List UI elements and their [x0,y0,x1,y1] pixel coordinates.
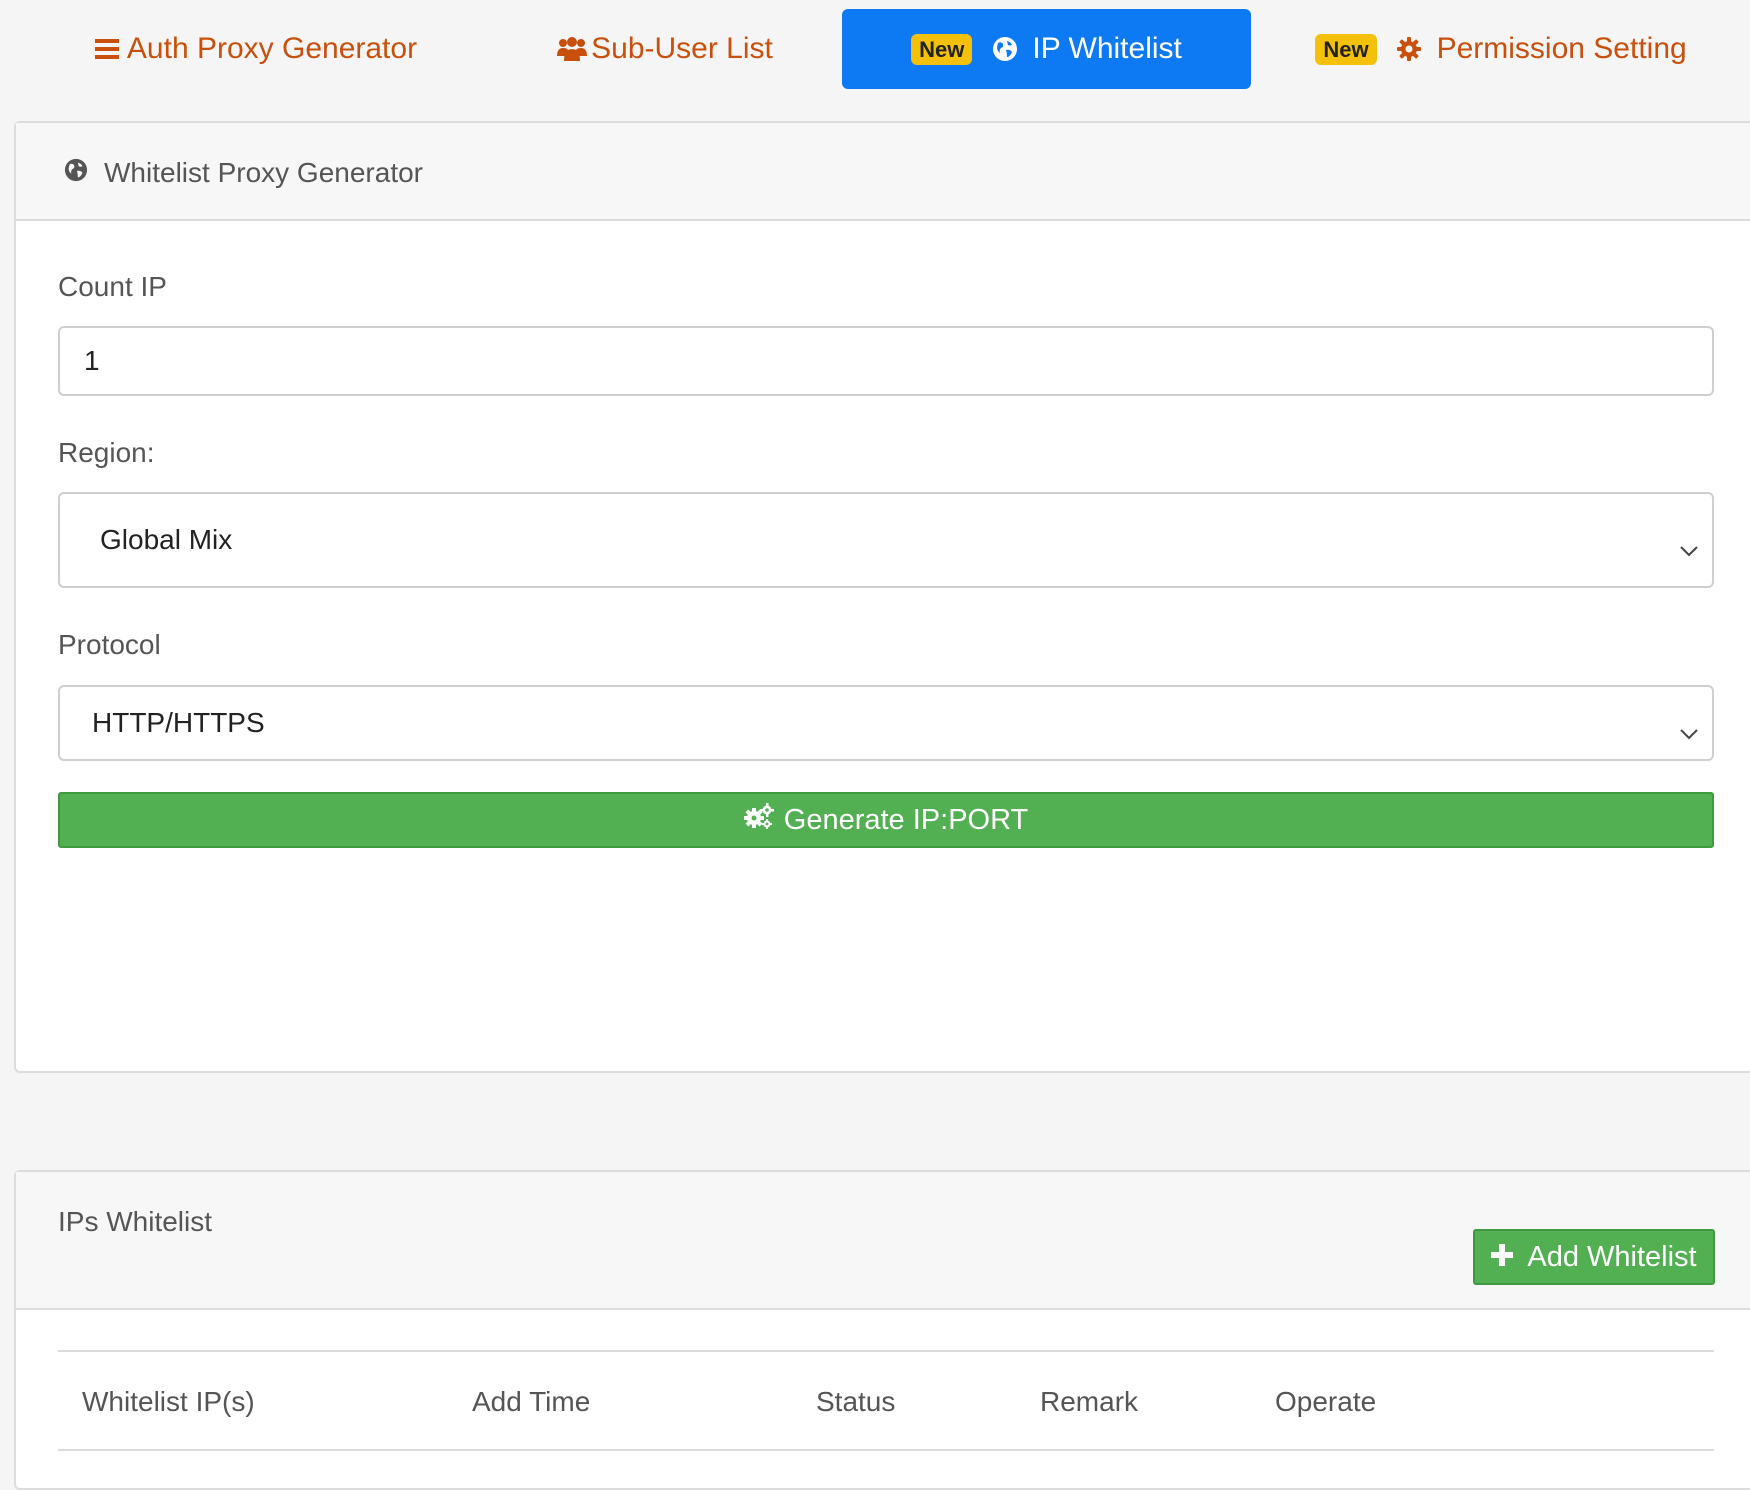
globe-icon [64,157,104,189]
panel-title-text: Whitelist Proxy Generator [104,157,423,188]
generate-button-label: Generate IP:PORT [783,803,1029,836]
plus-icon [1491,1241,1527,1274]
tab-label: Permission Setting [1436,32,1687,65]
column-header-add-time: Add Time [472,1386,591,1417]
tab-label: IP Whitelist [1032,32,1182,65]
generate-ip-port-button[interactable]: Generate IP:PORT [58,792,1714,848]
tab-permission-setting[interactable]: New Permission Setting [1315,9,1687,89]
add-whitelist-button[interactable]: Add Whitelist [1473,1229,1715,1285]
add-whitelist-label: Add Whitelist [1527,1240,1697,1273]
panel-title: Whitelist Proxy Generator [64,157,423,189]
protocol-value: HTTP/HTTPS [92,707,265,738]
column-header-remark: Remark [1040,1386,1139,1417]
gear-icon [1396,37,1421,61]
panel-header: IPs Whitelist Add Whitelist [16,1172,1750,1310]
column-header-operate: Operate [1275,1386,1377,1417]
ips-whitelist-title: IPs Whitelist [58,1206,213,1237]
table-top-border [58,1350,1714,1352]
count-ip-label: Count IP [58,271,167,302]
region-label: Region: [58,437,155,468]
gears-icon [743,803,784,837]
panel-header: Whitelist Proxy Generator [16,123,1750,221]
new-badge: New [1315,33,1377,65]
protocol-select[interactable]: HTTP/HTTPS [58,685,1714,761]
globe-icon [992,36,1018,62]
table-header-bottom-border [58,1449,1714,1451]
count-ip-value: 1 [84,345,100,376]
tab-auth-proxy-generator[interactable]: Auth Proxy Generator [94,9,418,89]
whitelist-proxy-generator-panel: Whitelist Proxy Generator Count IP 1 Reg… [14,121,1750,1073]
chevron-down-icon [1680,532,1698,564]
tab-label: Sub-User List [591,32,773,65]
new-badge: New [911,33,973,65]
users-icon [557,36,588,62]
region-select[interactable]: Global Mix [58,492,1714,588]
bars-icon [94,38,119,60]
column-header-whitelist-ips: Whitelist IP(s) [82,1386,255,1417]
tab-label: Auth Proxy Generator [126,32,418,65]
tab-sub-user-list[interactable]: Sub-User List [557,9,773,89]
protocol-label: Protocol [58,629,161,660]
ips-whitelist-panel: IPs Whitelist Add Whitelist Whitelist IP… [14,1170,1750,1490]
chevron-down-icon [1680,715,1698,747]
nav-tabs: Auth Proxy Generator Sub-User List New I… [0,0,1750,100]
column-header-status: Status [816,1386,896,1417]
count-ip-input[interactable]: 1 [58,326,1714,396]
region-value: Global Mix [100,524,233,555]
tab-ip-whitelist[interactable]: New IP Whitelist [842,9,1251,89]
